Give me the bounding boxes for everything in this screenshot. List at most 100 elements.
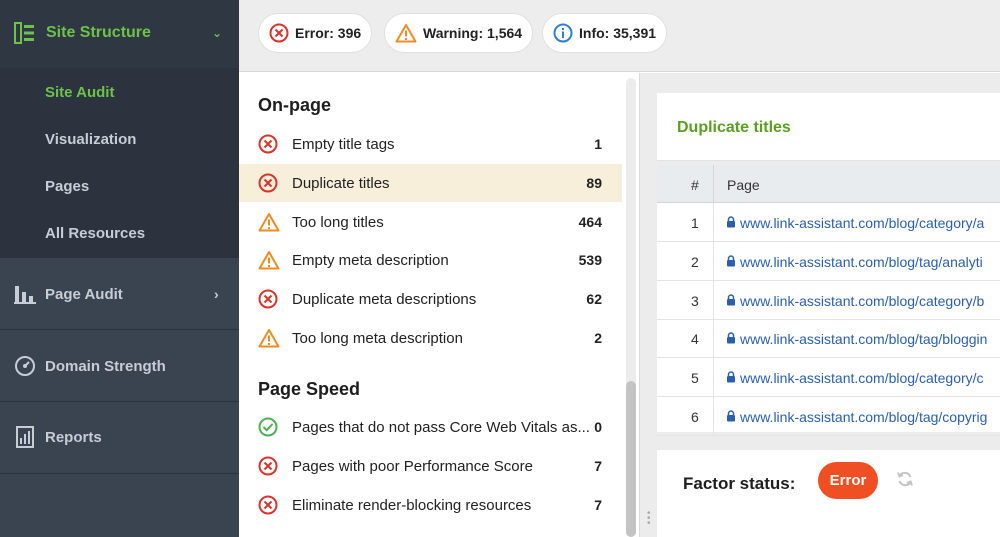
- error-icon: [258, 289, 278, 309]
- sidebar-header-site-structure[interactable]: Site Structure ⌄: [0, 0, 239, 68]
- sidebar-header-label: Site Structure: [46, 24, 151, 41]
- factor-label: Empty title tags: [292, 136, 395, 153]
- sidebar-item-pages[interactable]: Pages: [45, 178, 89, 195]
- page-url-link[interactable]: www.link-assistant.com/blog/tag/analyti: [740, 254, 983, 270]
- factor-row[interactable]: Duplicate titles 89: [239, 163, 622, 202]
- sidebar: Site Structure ⌄ Site Audit Visualizatio…: [0, 0, 239, 537]
- sidebar-item-reports-label: Reports: [45, 429, 102, 446]
- sidebar-item-reports[interactable]: Reports: [0, 402, 239, 474]
- summary-bar: Error: 396 Warning: 1,564 Info: 35,391: [239, 0, 1000, 72]
- factor-count: 89: [586, 174, 602, 191]
- factor-status-pill[interactable]: Error: [818, 462, 878, 499]
- row-number: 5: [691, 370, 699, 387]
- factor-label: Too long meta description: [292, 330, 463, 347]
- factor-row[interactable]: Too long titles 464: [239, 203, 622, 241]
- factor-label: Empty meta description: [292, 252, 449, 270]
- error-summary-badge[interactable]: Error: 396: [258, 13, 373, 53]
- error-icon: [258, 134, 278, 154]
- info-summary-badge[interactable]: Info: 35,391: [542, 13, 668, 53]
- factor-status-icon: [258, 328, 280, 353]
- table-row[interactable]: 1 www.link-assistant.com/blog/category/a: [657, 203, 1000, 242]
- factor-count: 0: [594, 419, 602, 435]
- warning-summary-badge[interactable]: Warning: 1,564: [384, 13, 534, 53]
- factor-count: 1: [594, 136, 602, 152]
- page-url-link[interactable]: www.link-assistant.com/blog/category/a: [740, 215, 984, 231]
- error-icon: [269, 23, 289, 43]
- sidebar-item-domain-strength[interactable]: Domain Strength: [0, 330, 239, 402]
- panel-splitter[interactable]: • • •: [639, 73, 657, 537]
- factor-count: 7: [594, 457, 602, 474]
- factor-count: 62: [586, 291, 602, 308]
- table-row[interactable]: 6 www.link-assistant.com/blog/tag/copyrig: [657, 397, 1000, 436]
- factor-status-icon: [258, 134, 278, 159]
- factor-row[interactable]: Eliminate render-blocking resources 7: [239, 486, 622, 524]
- sidebar-item-domain-strength-label: Domain Strength: [45, 358, 166, 375]
- gauge-icon: [15, 356, 35, 376]
- sidebar-item-page-audit[interactable]: Page Audit ›: [0, 258, 239, 330]
- chevron-right-icon: ›: [214, 286, 219, 302]
- row-number: 6: [691, 409, 699, 425]
- factor-row[interactable]: Pages that do not pass Core Web Vitals a…: [239, 408, 622, 446]
- warning-summary-label: Warning: 1,564: [423, 25, 523, 41]
- table-row[interactable]: 5 www.link-assistant.com/blog/category/c: [657, 358, 1000, 398]
- refresh-icon[interactable]: [896, 470, 914, 488]
- factor-row[interactable]: Empty meta description 539: [239, 241, 622, 279]
- factor-row[interactable]: Pages with poor Performance Score 7: [239, 447, 622, 485]
- factor-label: Eliminate render-blocking resources: [292, 496, 532, 514]
- row-number: 3: [691, 292, 699, 309]
- factor-status-icon: [258, 495, 278, 520]
- details-header: Duplicate titles: [657, 93, 1000, 161]
- table-header: # Page: [657, 165, 1000, 203]
- row-number: 4: [691, 331, 699, 348]
- factor-row[interactable]: Too long meta description 2: [239, 319, 622, 357]
- row-number: 2: [691, 253, 699, 270]
- page-url-link[interactable]: www.link-assistant.com/blog/category/c: [740, 370, 984, 386]
- factor-count: 539: [578, 252, 602, 269]
- info-summary-label: Info: 35,391: [579, 25, 657, 41]
- factor-count: 464: [578, 213, 602, 230]
- row-number: 1: [691, 215, 699, 231]
- column-header-number[interactable]: #: [691, 177, 699, 193]
- warning-icon: [258, 251, 280, 270]
- factor-status-icon: [258, 250, 280, 275]
- table-row[interactable]: 3 www.link-assistant.com/blog/category/b: [657, 280, 1000, 320]
- page-url-link[interactable]: www.link-assistant.com/blog/category/b: [740, 293, 984, 309]
- factor-status-bar: Factor status: Error: [657, 450, 1000, 537]
- lock-icon: [727, 371, 735, 383]
- factor-label: Duplicate meta descriptions: [292, 291, 477, 309]
- sidebar-item-all-resources[interactable]: All Resources: [45, 225, 145, 242]
- factor-row[interactable]: Empty title tags 1: [239, 125, 622, 163]
- details-panel: Duplicate titles # Page 1 www.link-assist…: [657, 73, 1000, 537]
- column-header-page[interactable]: Page: [727, 177, 760, 193]
- warning-icon: [395, 24, 417, 43]
- factor-count: 2: [594, 330, 602, 346]
- lock-icon: [727, 332, 735, 344]
- site-structure-icon: [14, 22, 34, 44]
- lock-icon: [727, 410, 735, 422]
- scrollbar-thumb[interactable]: [626, 381, 636, 537]
- section-title-onpage: On-page: [258, 95, 332, 115]
- error-summary-label: Error: 396: [295, 25, 362, 41]
- sidebar-item-site-audit[interactable]: Site Audit: [45, 84, 114, 101]
- sidebar-item-visualization[interactable]: Visualization: [45, 131, 136, 148]
- factor-status-icon: [258, 212, 280, 237]
- pages-table: # Page 1 www.link-assistant.com/blog/cate…: [657, 165, 1000, 436]
- factor-label: Duplicate titles: [292, 174, 390, 192]
- factor-label: Pages that do not pass Core Web Vitals a…: [292, 419, 590, 436]
- factor-row[interactable]: Duplicate meta descriptions 62: [239, 280, 622, 318]
- table-row[interactable]: 4 www.link-assistant.com/blog/tag/bloggin: [657, 319, 1000, 359]
- factor-count: 7: [594, 496, 602, 513]
- details-title: Duplicate titles: [677, 119, 791, 136]
- drag-handle-icon: • • •: [647, 508, 651, 529]
- chevron-down-icon: ⌄: [212, 26, 223, 40]
- sidebar-submenu: Site Audit Visualization Pages All Resou…: [0, 68, 239, 258]
- page-audit-icon: [14, 286, 36, 304]
- page-url-link[interactable]: www.link-assistant.com/blog/tag/bloggin: [740, 331, 987, 347]
- table-row[interactable]: 2 www.link-assistant.com/blog/tag/analyti: [657, 241, 1000, 281]
- error-icon: [258, 456, 278, 476]
- check-icon: [258, 417, 278, 437]
- lock-icon: [727, 293, 735, 306]
- factor-label: Too long titles: [292, 213, 384, 231]
- lock-icon: [727, 255, 735, 267]
- page-url-link[interactable]: www.link-assistant.com/blog/tag/copyrig: [740, 409, 987, 425]
